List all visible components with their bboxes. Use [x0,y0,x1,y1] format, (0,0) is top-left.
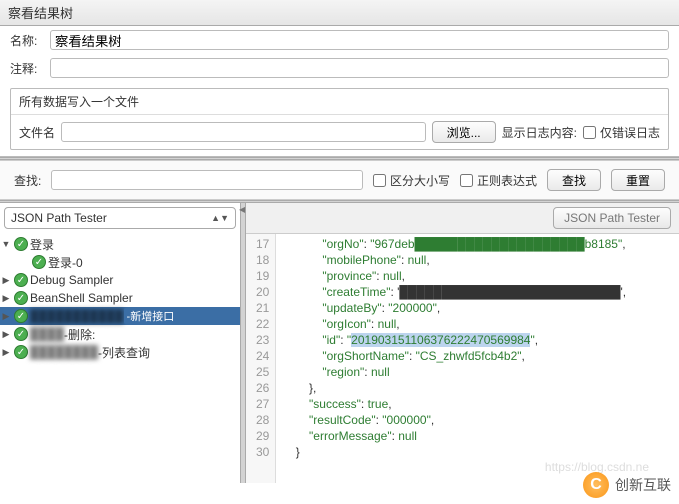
code-content[interactable]: "orgNo": "967deb████████████████████b818… [276,234,632,483]
search-input[interactable] [51,170,363,190]
tree-label-suffix: -列表查询 [98,344,150,361]
tree-row[interactable]: ▶✓███████████-新增接口 [0,307,240,325]
success-icon: ✓ [14,291,28,305]
comment-label: 注释: [10,60,44,77]
tree-label: Debug Sampler [30,273,113,287]
brand-watermark: C 创新互联 [583,472,671,498]
show-log-label: 显示日志内容: [502,124,577,141]
regex-checkbox[interactable]: 正则表达式 [460,172,537,189]
tree-row[interactable]: ▶✓Debug Sampler [0,271,240,289]
tree-label-suffix: -删除: [64,326,95,343]
tree-row[interactable]: ▶✓████-删除: [0,325,240,343]
tree-label: BeanShell Sampler [30,291,133,305]
browse-button[interactable]: 浏览... [432,121,496,143]
vertical-divider[interactable] [240,203,246,483]
expander-icon[interactable]: ▶ [0,311,12,322]
name-input[interactable] [50,30,669,50]
results-tree[interactable]: ▼✓登录✓登录-0▶✓Debug Sampler▶✓BeanShell Samp… [0,233,240,483]
tree-label: ███████████ [30,309,124,323]
tree-row[interactable]: ▶✓BeanShell Sampler [0,289,240,307]
success-icon: ✓ [14,345,28,359]
tree-label-suffix: -新增接口 [124,308,178,324]
tree-label: ████████ [30,345,98,359]
success-icon: ✓ [32,255,46,269]
expander-icon[interactable]: ▶ [0,275,12,286]
json-path-tester-button[interactable]: JSON Path Tester [553,207,671,229]
chevron-updown-icon: ▲▼ [211,213,229,223]
search-label: 查找: [14,172,41,189]
reset-button[interactable]: 重置 [611,169,665,191]
tree-row[interactable]: ▼✓登录 [0,235,240,253]
code-editor[interactable]: 1718192021222324252627282930 "orgNo": "9… [246,233,679,483]
tree-label: 登录-0 [48,254,83,271]
tree-row[interactable]: ▶✓████████-列表查询 [0,343,240,361]
name-label: 名称: [10,32,44,49]
case-sensitive-checkbox[interactable]: 区分大小写 [373,172,450,189]
success-icon: ✓ [14,273,28,287]
comment-input[interactable] [50,58,669,78]
tree-row[interactable]: ✓登录-0 [0,253,240,271]
panel-title: 察看结果树 [0,0,679,26]
only-error-checkbox[interactable]: 仅错误日志 [583,124,660,141]
renderer-select[interactable]: JSON Path Tester ▲▼ [4,207,236,229]
success-icon: ✓ [14,327,28,341]
tree-label: ████ [30,327,64,341]
expander-icon[interactable]: ▼ [0,239,12,249]
expander-icon[interactable]: ▶ [0,347,12,358]
file-section-title: 所有数据写入一个文件 [11,89,668,115]
search-button[interactable]: 查找 [547,169,601,191]
expander-icon[interactable]: ▶ [0,329,12,340]
file-output-section: 所有数据写入一个文件 文件名 浏览... 显示日志内容: 仅错误日志 [10,88,669,150]
success-icon: ✓ [14,237,28,251]
filename-input[interactable] [61,122,426,142]
line-gutter: 1718192021222324252627282930 [246,234,276,483]
tree-label: 登录 [30,236,54,253]
brand-icon: C [583,472,609,498]
filename-label: 文件名 [19,124,55,141]
success-icon: ✓ [14,309,28,323]
expander-icon[interactable]: ▶ [0,293,12,304]
